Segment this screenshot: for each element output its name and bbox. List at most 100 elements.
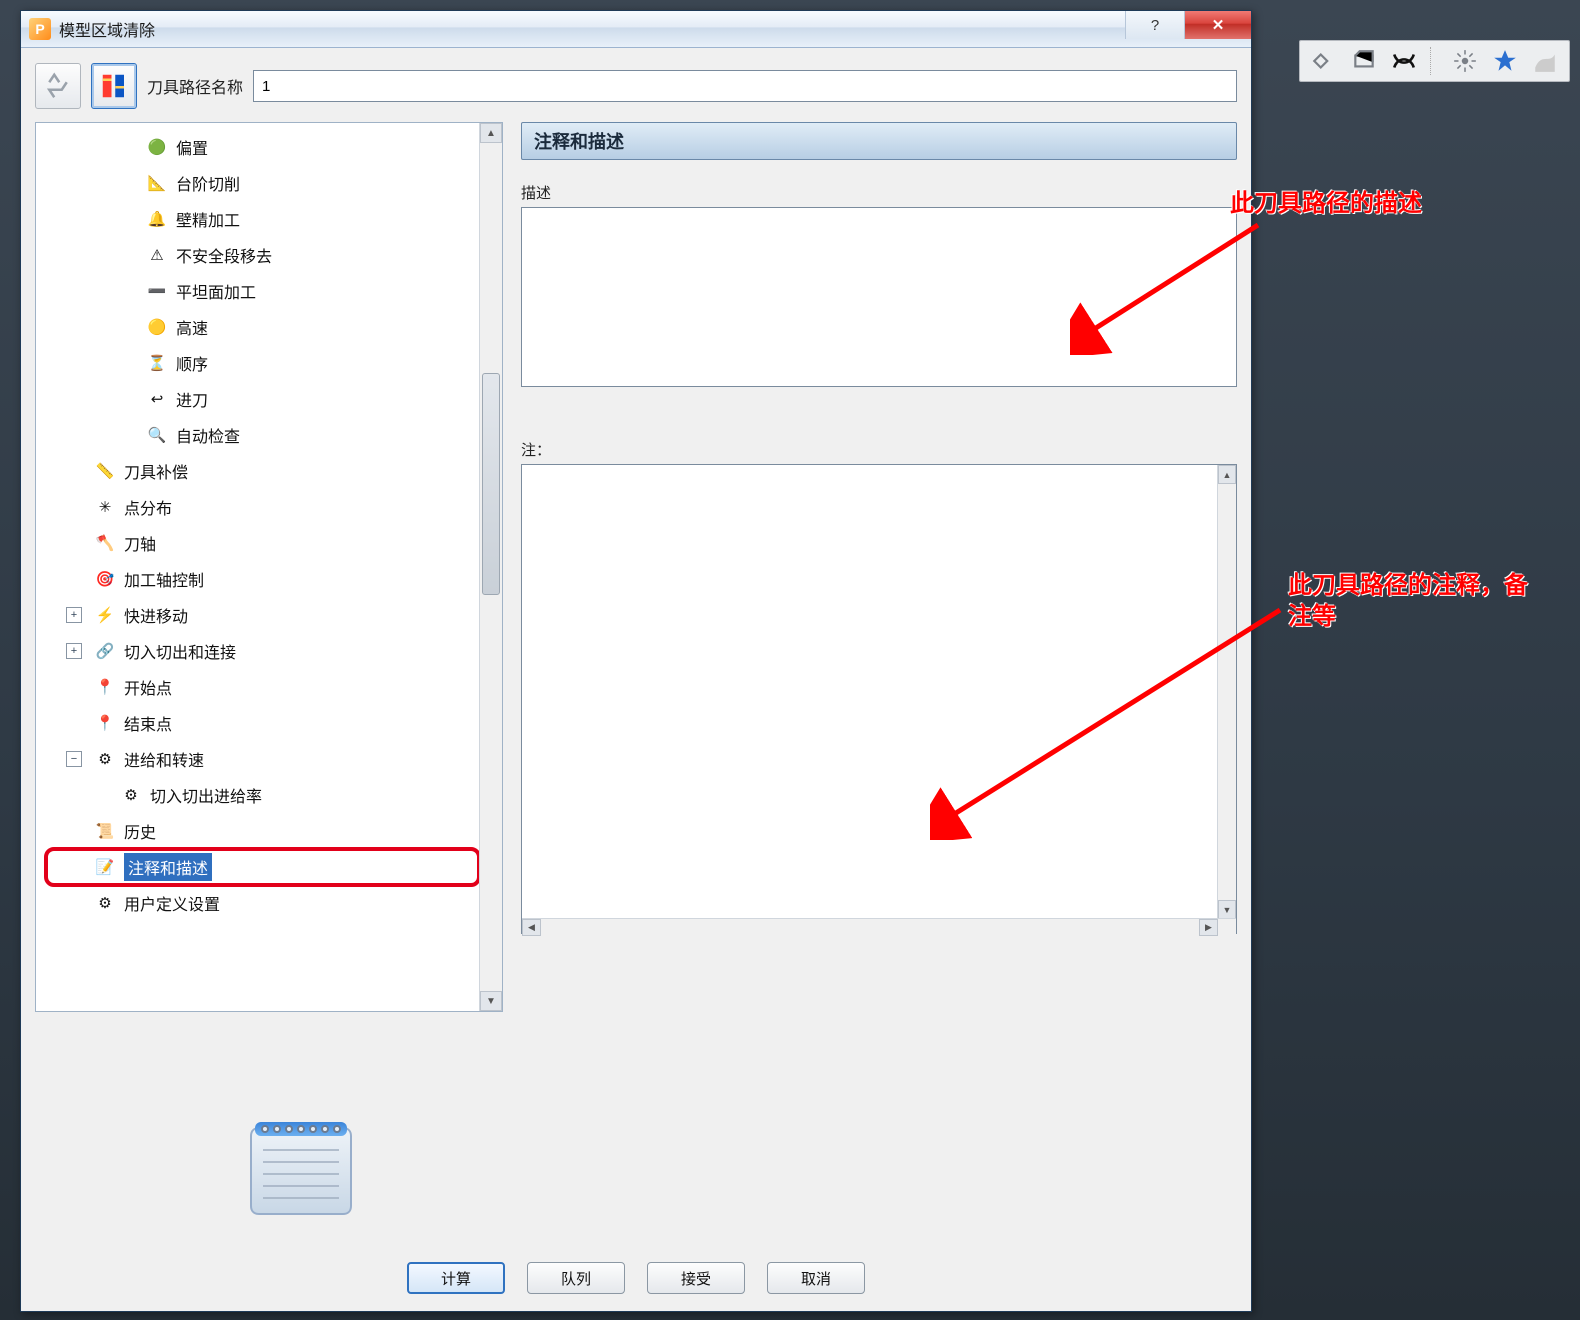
scroll-down-icon[interactable]: ▼ — [1218, 900, 1236, 919]
annotation-1: 此刀具路径的描述 — [1230, 188, 1550, 219]
tree-item[interactable]: 🪓刀轴 — [46, 525, 479, 561]
tree-item-icon: ⚠ — [146, 244, 168, 266]
tree-item[interactable]: 📝 注释和描述 — [46, 849, 479, 885]
tree-item-icon: 📍 — [94, 676, 116, 698]
tree-item-label: 顺序 — [176, 351, 208, 375]
toolpath-name-input[interactable] — [253, 70, 1237, 102]
tree-item[interactable]: +⚡快进移动 — [46, 597, 479, 633]
bg-separator — [1430, 47, 1439, 75]
tree-item-icon: 🎯 — [94, 568, 116, 590]
cancel-button[interactable]: 取消 — [767, 1262, 865, 1294]
tree-item[interactable]: −⚙ 进给和转速 — [46, 741, 479, 777]
tree-item[interactable]: 📍 开始点 — [46, 669, 479, 705]
scroll-up-icon[interactable]: ▲ — [1218, 465, 1236, 484]
application-background: P 模型区域清除 ? ✕ — [0, 0, 1580, 1320]
tree-item[interactable]: 📍结束点 — [46, 705, 479, 741]
notes-vscroll[interactable]: ▲ ▼ — [1217, 465, 1236, 919]
tree-item-icon: 📝 — [94, 856, 116, 878]
tree-item-label: 壁精加工 — [176, 207, 240, 231]
tree-item[interactable]: 📜 历史 — [46, 813, 479, 849]
dialog: P 模型区域清除 ? ✕ — [20, 10, 1252, 1312]
button-bar: 计算 队列 接受 取消 — [21, 1262, 1251, 1294]
dialog-titlebar[interactable]: P 模型区域清除 ? ✕ — [21, 11, 1251, 48]
expand-icon[interactable]: + — [66, 607, 82, 623]
right-panel: 注释和描述 描述 注： ▲ ▼ ◀ ▶ — [521, 122, 1237, 1026]
notes-hscroll[interactable]: ◀ ▶ — [522, 918, 1236, 936]
close-button[interactable]: ✕ — [1184, 11, 1251, 39]
tree-item[interactable]: ↩ 进刀 — [46, 381, 479, 417]
tree-scrollbar[interactable]: ▲ ▼ — [479, 123, 502, 1011]
bg-icon-5[interactable] — [1491, 47, 1519, 75]
bg-icon-3[interactable] — [1390, 47, 1418, 75]
tree-item-icon: 📜 — [94, 820, 116, 842]
scroll-down-icon[interactable]: ▼ — [480, 991, 502, 1011]
tree-item-label: 点分布 — [124, 495, 172, 519]
notes-textarea[interactable] — [521, 464, 1237, 934]
tree-item-label: 高速 — [176, 315, 208, 339]
bg-icon-6[interactable] — [1531, 47, 1559, 75]
tree-item[interactable]: 🟡高速 — [46, 309, 479, 345]
tree-item-label: 开始点 — [124, 675, 172, 699]
tree-item[interactable]: 🎯加工轴控制 — [46, 561, 479, 597]
tree-item-label: 进给和转速 — [124, 747, 204, 771]
tree-item-icon: ⏳ — [146, 352, 168, 374]
tree-item[interactable]: 📐 台阶切削 — [46, 165, 479, 201]
scroll-right-icon[interactable]: ▶ — [1199, 919, 1218, 936]
tree-item-icon: 📏 — [94, 460, 116, 482]
description-label: 描述 — [521, 182, 1237, 203]
bg-icon-2[interactable] — [1350, 47, 1378, 75]
collapse-icon[interactable]: − — [66, 751, 82, 767]
tree-item-icon: ✳ — [94, 496, 116, 518]
tree-item-icon: 🔗 — [94, 640, 116, 662]
scroll-thumb[interactable] — [482, 373, 500, 595]
tree-item-label: 刀轴 — [124, 531, 156, 555]
tree-item-label: 进刀 — [176, 387, 208, 411]
tree-item-icon: 🔔 — [146, 208, 168, 230]
content-row: 🟢偏置 📐 台阶切削 🔔 壁精加工 ⚠ 不安全段移去 ➖平坦面加工🟡高速 ⏳ 顺序 ↩ 进刀 🔍自动检查… — [35, 122, 1237, 1026]
accept-button[interactable]: 接受 — [647, 1262, 745, 1294]
tree-item[interactable]: 🟢偏置 — [46, 129, 479, 165]
compute-button[interactable]: 计算 — [407, 1262, 505, 1294]
tree-item-icon: 🔍 — [146, 424, 168, 446]
tree-item-label: 切入切出和连接 — [124, 639, 236, 663]
notes-label: 注： — [521, 439, 1237, 460]
tree-item-label: 刀具补偿 — [124, 459, 188, 483]
toolpath-name-label: 刀具路径名称 — [147, 74, 243, 98]
description-textarea[interactable] — [521, 207, 1237, 387]
tree-item-label: 平坦面加工 — [176, 279, 256, 303]
tree-item[interactable]: ➖平坦面加工 — [46, 273, 479, 309]
expand-icon[interactable]: + — [66, 643, 82, 659]
group-heading: 注释和描述 — [521, 122, 1237, 160]
tree-item-label: 偏置 — [176, 135, 208, 159]
tree-item[interactable]: 🔍自动检查 — [46, 417, 479, 453]
dialog-body: 刀具路径名称 🟢偏置 📐 台阶切削 🔔 壁精加工 ⚠ 不安全段移去 ➖平坦面加工🟡高速 ⏳ 顺序 ↩… — [21, 48, 1251, 1312]
annotation-2: 此刀具路径的注释，备注等 — [1288, 570, 1538, 632]
tree-item[interactable]: 🔔 壁精加工 — [46, 201, 479, 237]
tree-item-icon: 📐 — [146, 172, 168, 194]
scroll-left-icon[interactable]: ◀ — [522, 919, 541, 936]
scroll-up-icon[interactable]: ▲ — [480, 123, 502, 143]
tree-item[interactable]: ✳ 点分布 — [46, 489, 479, 525]
help-button[interactable]: ? — [1125, 11, 1184, 39]
tree-item-icon: ⚙ — [94, 748, 116, 770]
tree-item[interactable]: ⚙用户定义设置 — [46, 885, 479, 921]
app-icon: P — [29, 18, 51, 40]
tree-item-label: 台阶切削 — [176, 171, 240, 195]
tree-item-icon: ↩ — [146, 388, 168, 410]
tree-pane[interactable]: 🟢偏置 📐 台阶切削 🔔 壁精加工 ⚠ 不安全段移去 ➖平坦面加工🟡高速 ⏳ 顺序 ↩ 进刀 🔍自动检查… — [36, 123, 479, 1011]
bg-icon-4[interactable] — [1451, 47, 1479, 75]
bg-icon-1[interactable] — [1310, 47, 1338, 75]
tree-item-label: 结束点 — [124, 711, 172, 735]
tree-item[interactable]: 📏 刀具补偿 — [46, 453, 479, 489]
tree-item[interactable]: ⏳ 顺序 — [46, 345, 479, 381]
tree-item[interactable]: ⚙切入切出进给率 — [46, 777, 479, 813]
tree-item-label: 不安全段移去 — [176, 243, 272, 267]
tree-item[interactable]: ⚠ 不安全段移去 — [46, 237, 479, 273]
queue-button[interactable]: 队列 — [527, 1262, 625, 1294]
tree-item-label: 用户定义设置 — [124, 891, 220, 915]
recycle-button[interactable] — [35, 63, 81, 109]
tree-item-label: 注释和描述 — [124, 853, 212, 881]
tree-item-label: 历史 — [124, 819, 156, 843]
strategy-button[interactable] — [91, 63, 137, 109]
tree-item[interactable]: + 🔗 切入切出和连接 — [46, 633, 479, 669]
